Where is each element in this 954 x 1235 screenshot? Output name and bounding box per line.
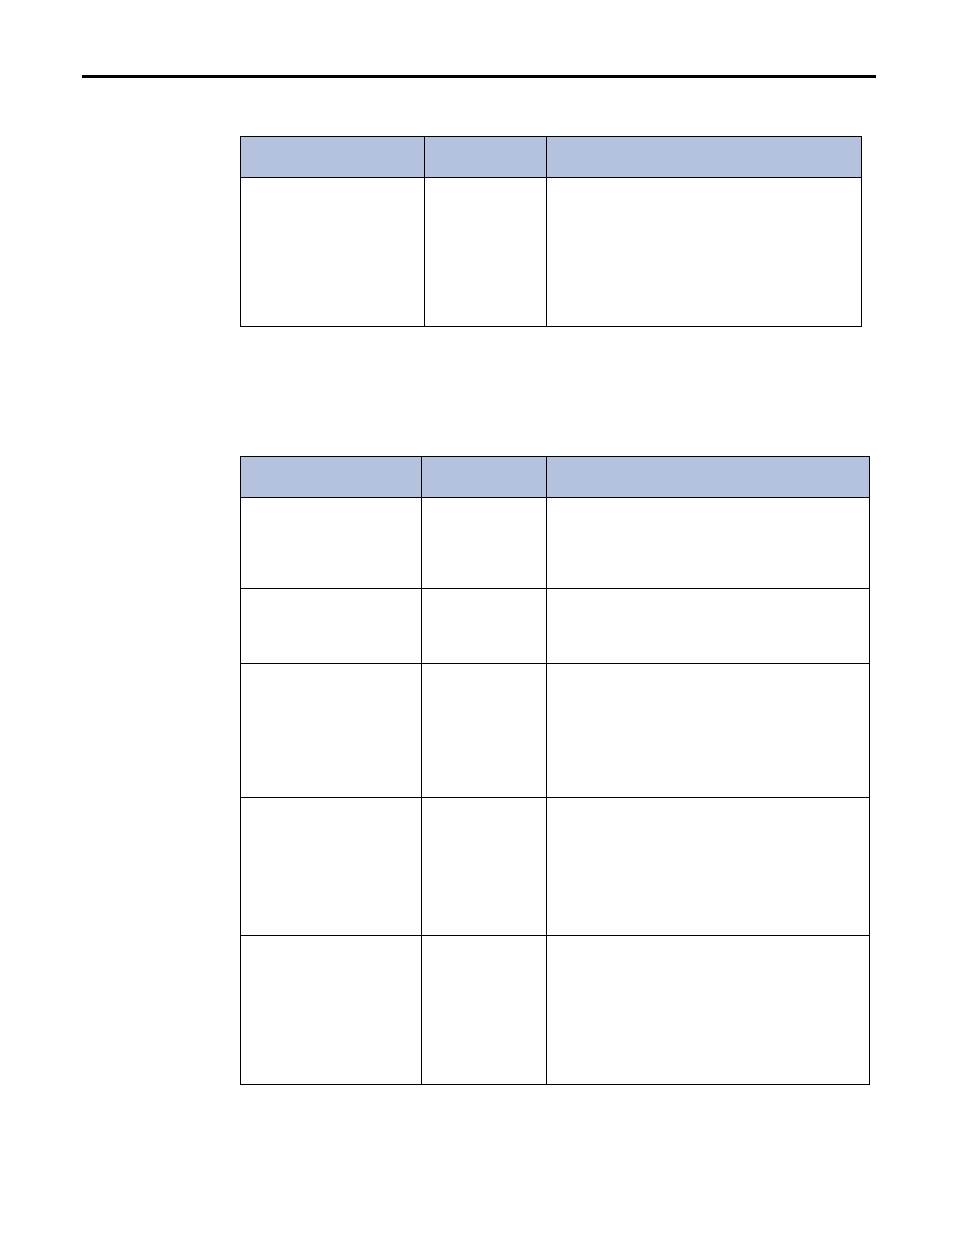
table2-cell	[422, 936, 547, 1085]
table2-header-0	[241, 457, 422, 498]
table2-cell	[241, 936, 422, 1085]
table-2-container	[240, 456, 870, 1085]
table1-header-1	[425, 137, 547, 178]
table2-cell	[422, 798, 547, 936]
table2-cell	[422, 664, 547, 798]
table2-cell	[547, 798, 870, 936]
table1-cell	[547, 178, 862, 327]
page	[0, 0, 954, 1235]
table1-cell	[425, 178, 547, 327]
table2-header-1	[422, 457, 547, 498]
table-1	[240, 136, 862, 327]
table2-row	[241, 664, 870, 798]
table2-row	[241, 798, 870, 936]
table2-row	[241, 589, 870, 664]
table2-cell	[422, 589, 547, 664]
table2-cell	[241, 498, 422, 589]
table2-cell	[241, 798, 422, 936]
table1-cell	[241, 178, 425, 327]
table2-cell	[547, 498, 870, 589]
table1-header-2	[547, 137, 862, 178]
table2-cell	[241, 664, 422, 798]
table-1-container	[240, 136, 862, 327]
table2-cell	[241, 589, 422, 664]
table2-header-2	[547, 457, 870, 498]
table2-cell	[422, 498, 547, 589]
table1-header-0	[241, 137, 425, 178]
table-2	[240, 456, 870, 1085]
table2-cell	[547, 589, 870, 664]
table2-row	[241, 498, 870, 589]
table1-row	[241, 178, 862, 327]
table2-cell	[547, 936, 870, 1085]
top-horizontal-rule	[82, 75, 876, 78]
table2-row	[241, 936, 870, 1085]
table2-cell	[547, 664, 870, 798]
